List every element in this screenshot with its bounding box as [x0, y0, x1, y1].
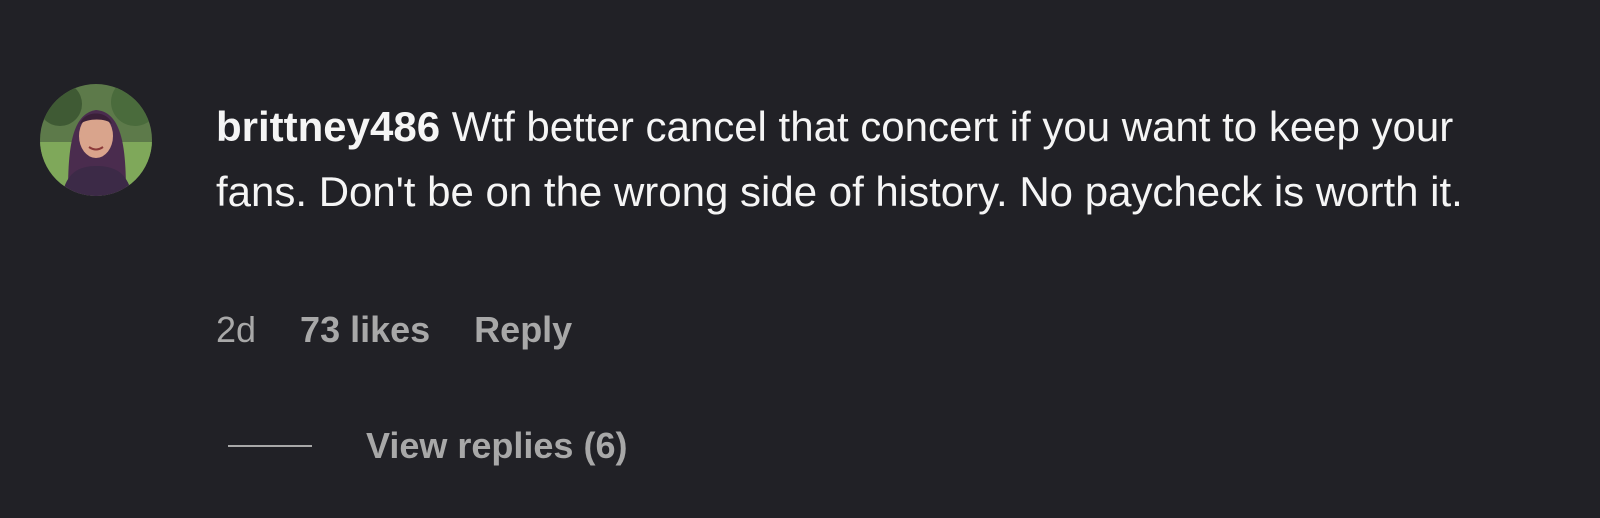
comment-meta: 2d 73 likes Reply — [216, 308, 572, 352]
user-profile-photo-icon — [40, 84, 152, 196]
replies-divider-line — [228, 445, 312, 447]
view-replies-label: View replies (6) — [366, 425, 628, 466]
avatar[interactable] — [40, 84, 152, 196]
likes-count-button[interactable]: 73 likes — [300, 308, 430, 352]
comment-body: brittney486 Wtf better cancel that conce… — [216, 94, 1536, 224]
view-replies-button[interactable]: View replies (6) — [228, 424, 627, 468]
reply-button[interactable]: Reply — [474, 308, 572, 352]
comment-username[interactable]: brittney486 — [216, 103, 440, 150]
comment-timestamp: 2d — [216, 309, 257, 350]
